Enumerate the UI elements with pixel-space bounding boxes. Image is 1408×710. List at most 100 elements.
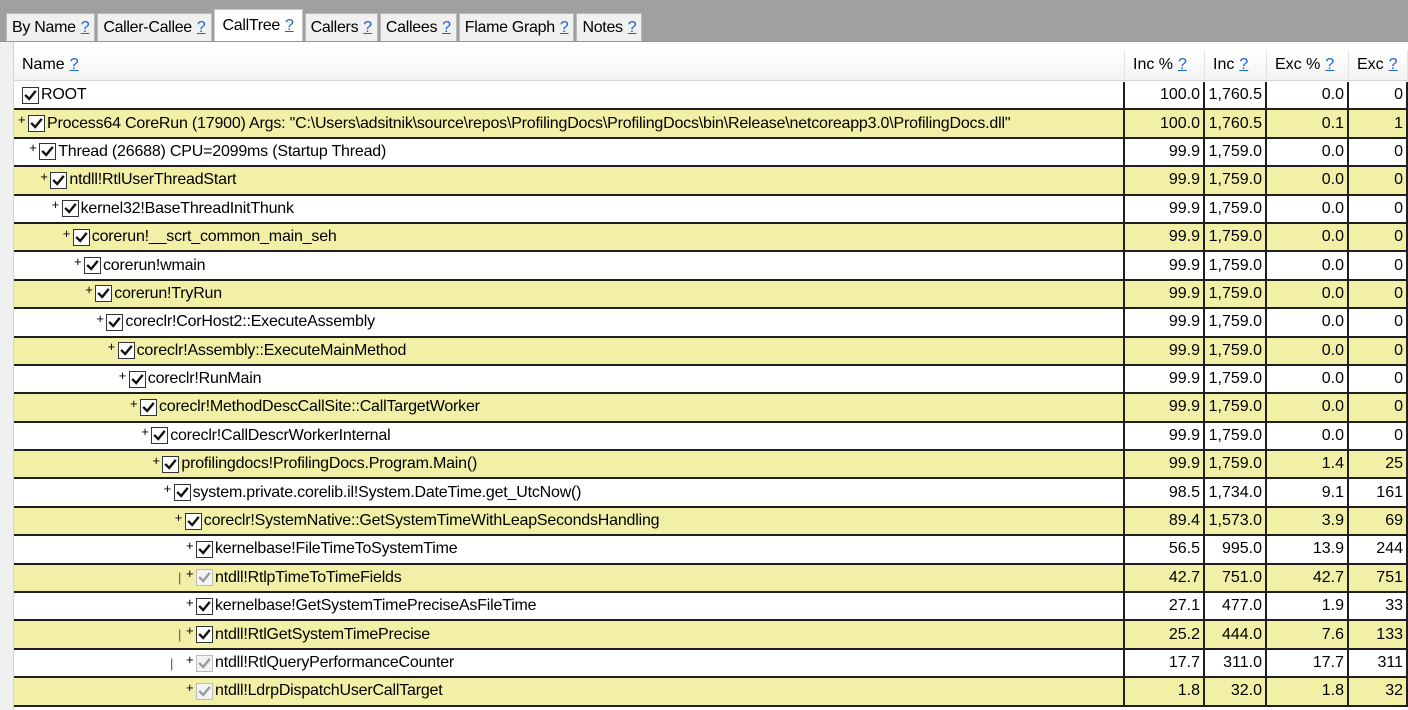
checkmark-icon xyxy=(108,316,122,328)
help-link[interactable]: ? xyxy=(81,19,90,37)
checkbox[interactable] xyxy=(117,342,135,360)
table-row[interactable]: + ntdll!LdrpDispatchUserCallTarget 1.8 32.0… xyxy=(14,678,1408,707)
table-row[interactable]: + kernelbase!FileTimeToSystemTime 56.5 995.… xyxy=(14,536,1408,565)
expand-icon[interactable]: + xyxy=(186,623,196,638)
checkbox[interactable] xyxy=(196,569,213,587)
column-header-name[interactable]: Name? xyxy=(14,50,1125,80)
expand-icon[interactable]: + xyxy=(119,368,129,383)
table-row[interactable]: | + ntdll!RtlQueryPerformanceCounter 17.7 3… xyxy=(14,649,1408,679)
tab-by-name[interactable]: By Name? xyxy=(6,13,96,41)
expand-icon[interactable]: + xyxy=(130,396,140,411)
expand-icon[interactable]: + xyxy=(40,169,50,184)
checkbox[interactable] xyxy=(22,86,39,104)
help-link[interactable]: ? xyxy=(442,19,451,37)
checkbox[interactable] xyxy=(128,370,146,388)
table-row[interactable]: + profilingdocs!ProfilingDocs.Program.Mai… xyxy=(14,451,1408,480)
tab-calltree[interactable]: CallTree? xyxy=(213,9,303,41)
table-row[interactable]: + corerun!wmain 99.9 1,759.0 0.0 0 xyxy=(14,252,1408,281)
help-link[interactable]: ? xyxy=(1178,56,1187,74)
help-link[interactable]: ? xyxy=(628,19,637,37)
expand-icon[interactable]: + xyxy=(175,510,185,525)
table-row[interactable]: + coreclr!Assembly::ExecuteMainMethod 99.9… xyxy=(14,337,1408,366)
help-link[interactable]: ? xyxy=(1325,56,1334,74)
table-row[interactable]: + corerun!TryRun 99.9 1,759.0 0.0 0 xyxy=(14,280,1408,310)
expand-icon[interactable]: + xyxy=(152,453,162,468)
checkbox[interactable] xyxy=(196,682,213,700)
tab-notes[interactable]: Notes? xyxy=(576,13,643,41)
table-row[interactable]: + ntdll!RtlUserThreadStart 99.9 1,759.0 0.0 0 xyxy=(14,167,1408,196)
column-header-inc-pct[interactable]: Inc %? xyxy=(1125,50,1205,80)
checkbox[interactable] xyxy=(196,654,213,672)
expand-icon[interactable]: + xyxy=(52,197,62,212)
checkbox[interactable] xyxy=(84,257,101,275)
cell-name: + kernelbase!GetSystemTimePreciseAsFileTi… xyxy=(14,593,1125,620)
table-row[interactable]: + coreclr!RunMain 99.9 1,759.0 0.0 0 xyxy=(14,365,1408,395)
help-link[interactable]: ? xyxy=(363,19,372,37)
column-header-exc[interactable]: Exc? xyxy=(1349,50,1408,80)
checkbox[interactable] xyxy=(50,171,68,189)
expand-icon[interactable]: + xyxy=(18,112,28,127)
cell-exc: 0 xyxy=(1349,195,1408,222)
expand-icon[interactable]: + xyxy=(63,226,73,241)
node-name: coreclr!CorHost2::ExecuteAssembly xyxy=(125,313,375,331)
node-name: corerun!TryRun xyxy=(114,284,222,302)
expand-icon[interactable]: + xyxy=(96,311,106,326)
help-link[interactable]: ? xyxy=(197,19,206,37)
checkbox[interactable] xyxy=(151,427,169,445)
expand-icon[interactable]: + xyxy=(186,595,196,610)
expand-icon[interactable]: + xyxy=(186,680,196,695)
expand-icon[interactable]: + xyxy=(74,254,84,269)
expand-icon[interactable]: + xyxy=(186,566,196,581)
checkbox[interactable] xyxy=(196,540,213,558)
checkbox[interactable] xyxy=(95,285,113,303)
table-row[interactable]: + corerun!__scrt_common_main_seh 99.9 1,759… xyxy=(14,223,1408,253)
expand-icon[interactable]: + xyxy=(186,652,196,667)
table-row[interactable]: + kernel32!BaseThreadInitThunk 99.9 1,759.0… xyxy=(14,195,1408,224)
tab-strip-background: By Name? Caller-Callee? CallTree? Caller… xyxy=(0,0,1408,41)
help-link[interactable]: ? xyxy=(70,56,79,74)
cell-exc-pct: 3.9 xyxy=(1267,507,1349,535)
help-link[interactable]: ? xyxy=(560,19,569,37)
column-header-inc[interactable]: Inc? xyxy=(1205,50,1267,80)
checkbox[interactable] xyxy=(173,484,191,502)
table-row[interactable]: + coreclr!SystemNative::GetSystemTimeWith… xyxy=(14,507,1408,537)
table-row[interactable]: + system.private.corelib.il!System.DateTi… xyxy=(14,479,1408,508)
tab-callers[interactable]: Callers? xyxy=(304,13,378,41)
tab-caller-callee[interactable]: Caller-Callee? xyxy=(97,13,212,41)
tab-callees[interactable]: Callees? xyxy=(379,13,457,41)
checkbox[interactable] xyxy=(39,143,57,161)
checkbox[interactable] xyxy=(162,455,180,473)
expand-icon[interactable]: + xyxy=(186,538,196,553)
table-row[interactable]: + coreclr!MethodDescCallSite::CallTargetW… xyxy=(14,394,1408,423)
checkbox[interactable] xyxy=(184,512,202,530)
help-link[interactable]: ? xyxy=(285,17,294,35)
expand-icon[interactable]: + xyxy=(85,282,95,297)
table-row[interactable]: + coreclr!CallDescrWorkerInternal 99.9 1,75… xyxy=(14,422,1408,452)
help-link[interactable]: ? xyxy=(1239,56,1248,74)
expand-icon[interactable]: + xyxy=(29,140,39,155)
expand-icon[interactable]: + xyxy=(108,339,118,354)
table-row[interactable]: + kernelbase!GetSystemTimePreciseAsFileTi… xyxy=(14,593,1408,622)
column-header-exc-pct[interactable]: Exc %? xyxy=(1267,50,1349,80)
table-row[interactable]: | + ntdll!RtlGetSystemTimePrecise 25.2 444.0… xyxy=(14,621,1408,650)
cell-inc-pct: 17.7 xyxy=(1125,649,1205,677)
checkbox[interactable] xyxy=(72,228,90,246)
cell-exc-pct: 0.0 xyxy=(1267,280,1349,308)
checkbox[interactable] xyxy=(28,115,45,133)
expand-icon[interactable]: + xyxy=(141,424,151,439)
table-row[interactable]: ROOT 100.0 1,760.5 0.0 0 xyxy=(14,82,1408,111)
cell-exc: 0 xyxy=(1349,138,1408,166)
help-link[interactable]: ? xyxy=(1389,56,1398,74)
expand-icon[interactable]: + xyxy=(164,481,174,496)
table-row[interactable]: + coreclr!CorHost2::ExecuteAssembly 99.9 1,… xyxy=(14,309,1408,338)
table-row[interactable]: + Process64 CoreRun (17900) Args: "C:\Use… xyxy=(14,110,1408,139)
cell-exc: 244 xyxy=(1349,536,1408,563)
checkbox[interactable] xyxy=(140,398,157,416)
tab-flame-graph[interactable]: Flame Graph? xyxy=(458,13,575,41)
table-row[interactable]: + Thread (26688) CPU=2099ms (Startup Thre… xyxy=(14,138,1408,168)
checkbox[interactable] xyxy=(61,200,79,218)
checkbox[interactable] xyxy=(106,313,124,331)
table-row[interactable]: | + ntdll!RtlpTimeToTimeFields 42.7 751.0 42.… xyxy=(14,564,1408,594)
checkbox[interactable] xyxy=(196,626,213,644)
checkbox[interactable] xyxy=(196,597,213,615)
